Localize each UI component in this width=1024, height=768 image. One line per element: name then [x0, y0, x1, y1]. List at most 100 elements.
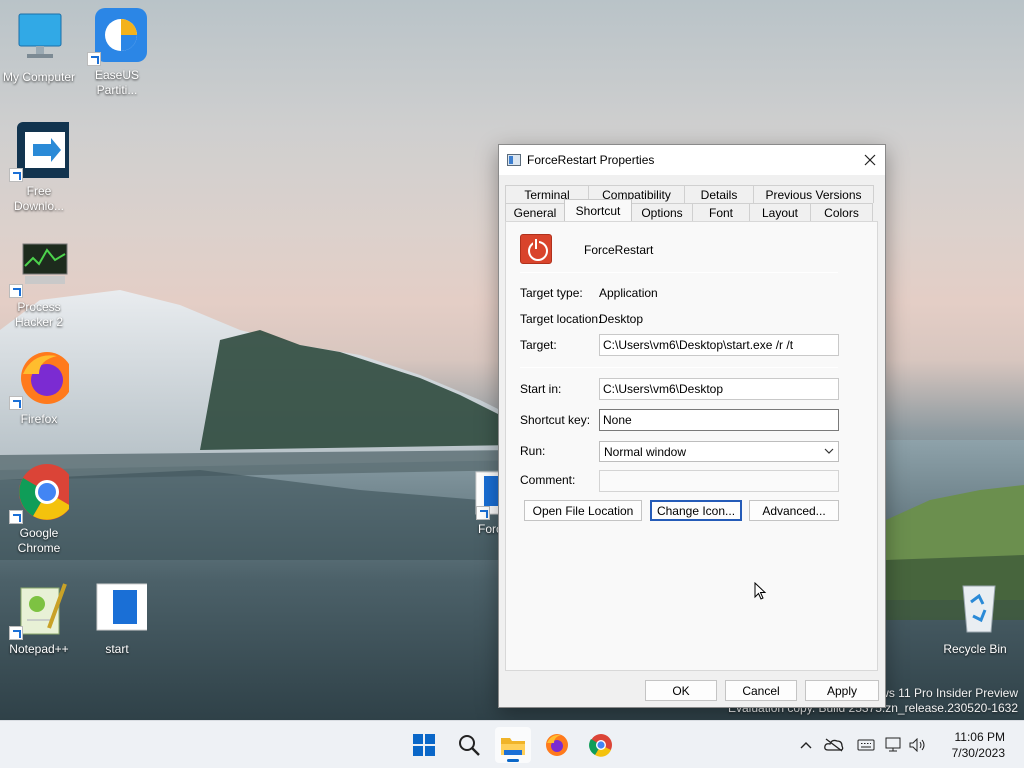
- desktop-icon-force-restart[interactable]: Forc: [462, 466, 502, 537]
- chrome-button[interactable]: [583, 727, 619, 763]
- chevron-down-icon: [824, 445, 834, 455]
- desktop-icon-label: Process Hacker 2: [14, 300, 64, 329]
- desktop-icon-process-hacker[interactable]: Process Hacker 2: [0, 238, 78, 330]
- comment-field[interactable]: [599, 470, 839, 492]
- desktop-icon-label: Google Chrome: [17, 526, 61, 555]
- easeus-icon: [87, 6, 147, 66]
- run-label: Run:: [520, 444, 546, 458]
- watermark-edition: ws 11 Pro Insider Preview: [880, 686, 1018, 700]
- keyboard-icon[interactable]: [850, 739, 882, 751]
- window-icon: [507, 154, 521, 166]
- desktop-icon-firefox[interactable]: Firefox: [0, 350, 78, 427]
- desktop-icon-easeus[interactable]: EaseUS Partiti...: [78, 6, 156, 98]
- firefox-icon: [546, 734, 568, 756]
- taskbar: 11:06 PM 7/30/2023: [0, 720, 1024, 768]
- chrome-icon: [589, 734, 612, 757]
- chevron-up-icon[interactable]: [794, 741, 818, 749]
- tab-general[interactable]: General: [505, 203, 565, 221]
- clock[interactable]: 11:06 PM 7/30/2023: [952, 729, 1005, 761]
- target-type-label: Target type:: [520, 286, 583, 300]
- desktop-icon-notepadpp[interactable]: Notepad++: [0, 580, 78, 657]
- desktop-icon-free-download[interactable]: Free Downlo...: [0, 122, 78, 214]
- run-select[interactable]: Normal window: [599, 441, 839, 462]
- change-icon-button[interactable]: Change Icon...: [650, 500, 742, 521]
- onedrive-icon[interactable]: [818, 738, 850, 752]
- app-name: ForceRestart: [584, 243, 654, 257]
- desktop-icon-chrome[interactable]: Google Chrome: [0, 464, 78, 556]
- system-tray: [794, 721, 930, 768]
- power-icon: [520, 234, 552, 264]
- tab-layout[interactable]: Layout: [749, 203, 811, 221]
- target-location-value: Desktop: [599, 312, 644, 326]
- start-in-label: Start in:: [520, 382, 562, 396]
- properties-dialog: ForceRestart Properties Terminal Compati…: [498, 144, 886, 708]
- tab-colors[interactable]: Colors: [810, 203, 873, 221]
- desktop-icon-label: Free Downlo...: [13, 184, 65, 213]
- chrome-icon: [9, 464, 75, 524]
- search-button[interactable]: [451, 727, 487, 763]
- document-icon: [462, 466, 502, 520]
- shortcut-key-label: Shortcut key:: [520, 413, 591, 427]
- tab-details[interactable]: Details: [684, 185, 754, 203]
- separator: [520, 367, 838, 368]
- dialog-title: ForceRestart Properties: [527, 153, 655, 167]
- tab-row-2: General Shortcut Options Font Layout Col…: [505, 199, 877, 221]
- mouse-cursor-icon: [754, 582, 767, 600]
- start-in-field[interactable]: C:\Users\vm6\Desktop: [599, 378, 839, 400]
- tab-shortcut[interactable]: Shortcut: [564, 199, 632, 221]
- desktop-icon-label: EaseUS Partiti...: [94, 68, 140, 97]
- shortcut-panel: ForceRestart Target type: Application Ta…: [505, 221, 878, 671]
- separator: [520, 272, 838, 273]
- desktop-icon-my-computer[interactable]: My Computer: [0, 8, 78, 85]
- target-type-value: Application: [599, 286, 658, 300]
- desktop-icon-label: Notepad++: [9, 642, 69, 656]
- run-select-value: Normal window: [604, 445, 687, 459]
- comment-label: Comment:: [520, 473, 576, 487]
- process-hacker-icon: [9, 238, 69, 298]
- target-label: Target:: [520, 338, 557, 352]
- cancel-button[interactable]: Cancel: [725, 680, 797, 701]
- file-explorer-icon: [501, 738, 525, 755]
- monitor-icon: [9, 8, 69, 68]
- dialog-titlebar[interactable]: ForceRestart Properties: [499, 145, 885, 175]
- shortcut-arrow-icon: [87, 52, 101, 66]
- ok-button[interactable]: OK: [645, 680, 717, 701]
- desktop-icon-recycle-bin[interactable]: Recycle Bin: [936, 580, 1014, 657]
- tab-row-1: Terminal Compatibility Details Previous …: [505, 185, 877, 203]
- clock-time: 11:06 PM: [954, 730, 1005, 744]
- target-field[interactable]: C:\Users\vm6\Desktop\start.exe /r /t: [599, 334, 839, 356]
- volume-icon[interactable]: [906, 738, 930, 752]
- apply-button[interactable]: Apply: [805, 680, 879, 701]
- firefox-icon: [9, 350, 73, 410]
- close-icon[interactable]: [855, 145, 885, 175]
- firefox-button[interactable]: [539, 727, 575, 763]
- start-icon: [413, 734, 435, 756]
- document-icon: [87, 580, 154, 640]
- desktop-icon-label: Forc: [478, 522, 502, 536]
- tab-font[interactable]: Font: [692, 203, 750, 221]
- search-icon: [459, 735, 480, 756]
- open-file-location-button[interactable]: Open File Location: [524, 500, 642, 521]
- tab-strip: Terminal Compatibility Details Previous …: [505, 185, 877, 221]
- desktop-icon-start[interactable]: start: [78, 580, 156, 657]
- target-location-label: Target location:: [520, 312, 602, 326]
- desktop-icon-label: start: [105, 642, 129, 656]
- file-explorer-button[interactable]: [495, 727, 531, 763]
- free-download-icon: [9, 122, 75, 182]
- shortcut-arrow-icon: [9, 168, 23, 182]
- tab-previous-versions[interactable]: Previous Versions: [753, 185, 874, 203]
- desktop-icon-label: My Computer: [2, 70, 76, 84]
- shortcut-arrow-icon: [9, 626, 23, 640]
- recycle-bin-icon: [945, 580, 1005, 640]
- desktop-icon-label: Recycle Bin: [943, 642, 1007, 656]
- desktop-icon-label: Firefox: [20, 412, 58, 426]
- advanced-button[interactable]: Advanced...: [749, 500, 839, 521]
- tab-options[interactable]: Options: [631, 203, 693, 221]
- notepadpp-icon: [9, 580, 69, 640]
- shortcut-arrow-icon: [9, 510, 23, 524]
- shortcut-arrow-icon: [476, 506, 490, 520]
- network-icon[interactable]: [882, 737, 906, 753]
- shortcut-key-field[interactable]: None: [599, 409, 839, 431]
- shortcut-arrow-icon: [9, 396, 23, 410]
- start-button[interactable]: [406, 727, 442, 763]
